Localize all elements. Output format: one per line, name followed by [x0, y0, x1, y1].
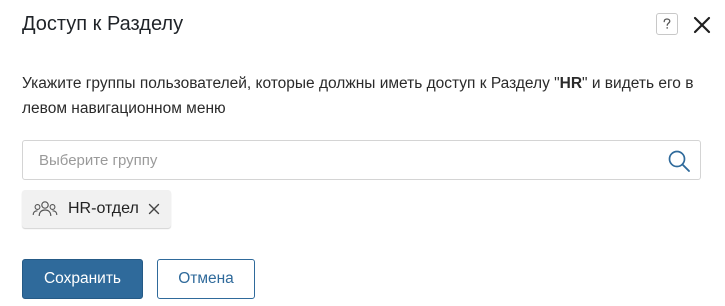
section-name: HR: [559, 75, 583, 92]
selected-group-chip: HR-отдел: [22, 190, 171, 228]
close-icon: [148, 203, 160, 215]
dialog-title: Доступ к Разделу: [22, 13, 184, 35]
close-icon: [693, 16, 711, 34]
group-search-input[interactable]: [23, 141, 663, 179]
access-dialog: Доступ к Разделу Укажите группы пользова…: [0, 0, 725, 306]
question-icon: [663, 18, 671, 29]
chip-label: HR-отдел: [68, 200, 139, 217]
description-text-start: Укажите группы пользователей, которые до…: [22, 75, 560, 92]
chip-remove-button[interactable]: [147, 202, 161, 216]
save-button[interactable]: Сохранить: [22, 259, 143, 299]
help-button[interactable]: [656, 13, 678, 35]
users-group-icon: [32, 199, 58, 219]
close-button[interactable]: [691, 14, 713, 36]
search-icon[interactable]: [667, 149, 691, 173]
cancel-button[interactable]: Отмена: [157, 259, 255, 299]
group-search-field[interactable]: [22, 140, 701, 180]
dialog-description: Укажите группы пользователей, которые до…: [22, 71, 712, 121]
